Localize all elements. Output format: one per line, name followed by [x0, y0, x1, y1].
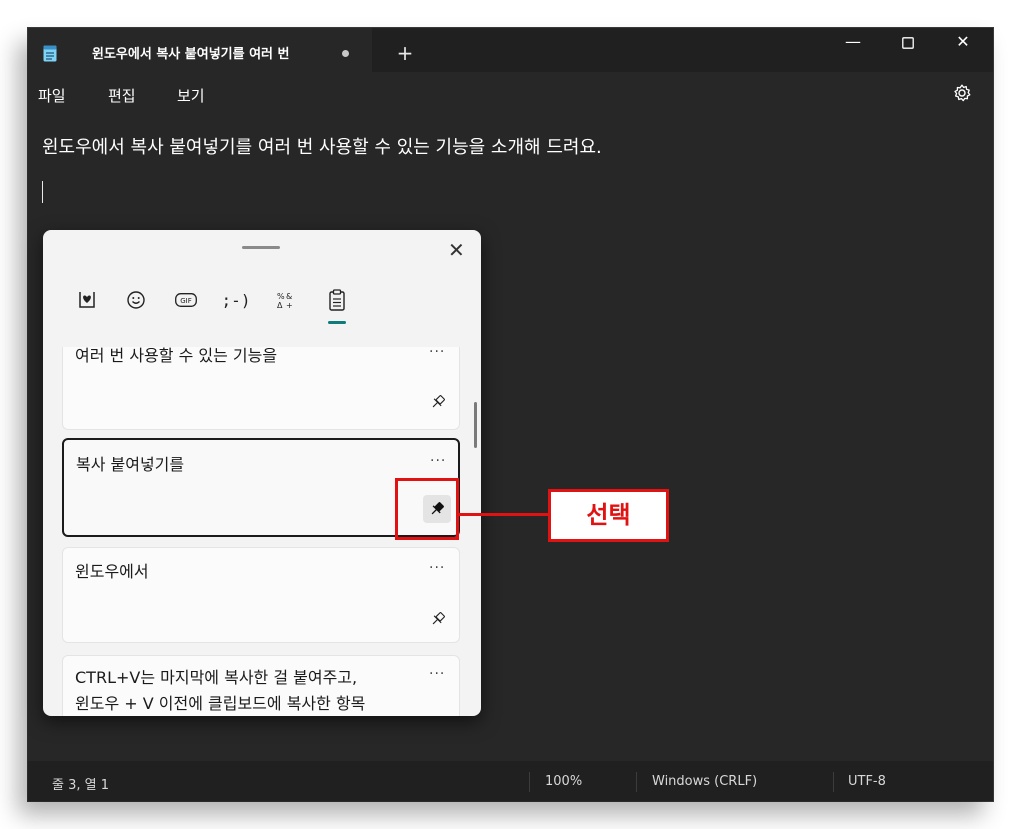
- menu-view[interactable]: 보기: [177, 85, 205, 106]
- svg-text:%: %: [277, 292, 285, 301]
- status-line-ending[interactable]: Windows (CRLF): [652, 774, 757, 789]
- symbols-icon[interactable]: % & Δ +: [274, 288, 296, 312]
- menu-file[interactable]: 파일: [38, 85, 66, 106]
- more-options-button[interactable]: ···: [429, 347, 445, 360]
- notepad-icon: [43, 44, 57, 66]
- editor-line-1[interactable]: 윈도우에서 복사 붙여넣기를 여러 번 사용할 수 있는 기능을 소개해 드려요…: [42, 133, 602, 159]
- annotation-label: 선택: [548, 489, 669, 542]
- status-zoom[interactable]: 100%: [545, 774, 582, 789]
- status-divider: [833, 772, 834, 792]
- title-bar: 윈도우에서 복사 붙여넣기를 여러 번 + — ✕: [28, 28, 993, 72]
- gif-icon[interactable]: GIF: [174, 288, 198, 312]
- clipboard-item[interactable]: 윈도우에서 ···: [62, 547, 460, 643]
- pin-outline-icon[interactable]: [424, 605, 452, 633]
- clipboard-item-text-line1: CTRL+V는 마지막에 복사한 걸 붙여주고,: [75, 668, 358, 687]
- svg-text:Δ: Δ: [277, 301, 283, 310]
- emoji-icon[interactable]: [125, 288, 147, 312]
- kaomoji-icon[interactable]: ;-): [221, 288, 251, 312]
- status-divider: [529, 772, 530, 792]
- more-options-button[interactable]: ···: [430, 453, 446, 469]
- maximize-button[interactable]: [880, 28, 936, 58]
- new-tab-button[interactable]: +: [390, 38, 420, 68]
- annotation-highlight-box: [395, 478, 459, 540]
- tab-title: 윈도우에서 복사 붙여넣기를 여러 번: [92, 47, 290, 62]
- panel-drag-handle[interactable]: [242, 246, 280, 249]
- settings-gear-icon[interactable]: [952, 83, 972, 107]
- clipboard-history-panel: ✕ GIF ;-) % & Δ + 여러 번 사용할 수 있는 기능을 ··· …: [43, 230, 481, 716]
- kaomoji-heart-icon[interactable]: [76, 288, 98, 312]
- svg-text:+: +: [286, 301, 293, 310]
- more-options-button[interactable]: ···: [429, 560, 445, 576]
- clipboard-item[interactable]: CTRL+V는 마지막에 복사한 걸 붙여주고, 윈도우 + V 이전에 클립보…: [62, 655, 460, 716]
- minimize-button[interactable]: —: [825, 28, 881, 58]
- pin-outline-icon[interactable]: [424, 388, 452, 416]
- clipboard-item-text: 복사 붙여넣기를: [76, 455, 185, 474]
- status-cursor-position: 줄 3, 열 1: [52, 778, 109, 793]
- menu-bar: 파일 편집 보기: [28, 72, 993, 114]
- unsaved-dot-icon: [342, 50, 349, 57]
- more-options-button[interactable]: ···: [429, 666, 445, 682]
- list-scrollbar[interactable]: [474, 402, 477, 448]
- status-divider: [636, 772, 637, 792]
- clipboard-item-text-line2: 윈도우 + V 이전에 클립보드에 복사한 항목: [75, 694, 366, 713]
- document-tab[interactable]: 윈도우에서 복사 붙여넣기를 여러 번: [28, 28, 372, 72]
- clipboard-item[interactable]: 여러 번 사용할 수 있는 기능을 ···: [62, 347, 460, 430]
- clipboard-icon[interactable]: [326, 288, 348, 312]
- clipboard-item-text: 여러 번 사용할 수 있는 기능을: [75, 347, 278, 365]
- menu-edit[interactable]: 편집: [108, 85, 136, 106]
- maximize-icon: [902, 37, 914, 49]
- clipboard-item-text: 윈도우에서: [75, 562, 149, 581]
- close-button[interactable]: ✕: [935, 28, 991, 58]
- active-category-indicator: [328, 321, 346, 324]
- panel-close-button[interactable]: ✕: [448, 238, 465, 262]
- annotation-connector-line: [459, 513, 549, 516]
- svg-text:GIF: GIF: [180, 297, 192, 305]
- text-caret: [42, 181, 43, 203]
- status-bar: 줄 3, 열 1 100% Windows (CRLF) UTF-8: [28, 761, 993, 801]
- svg-text:&: &: [286, 292, 292, 301]
- status-encoding[interactable]: UTF-8: [848, 774, 886, 789]
